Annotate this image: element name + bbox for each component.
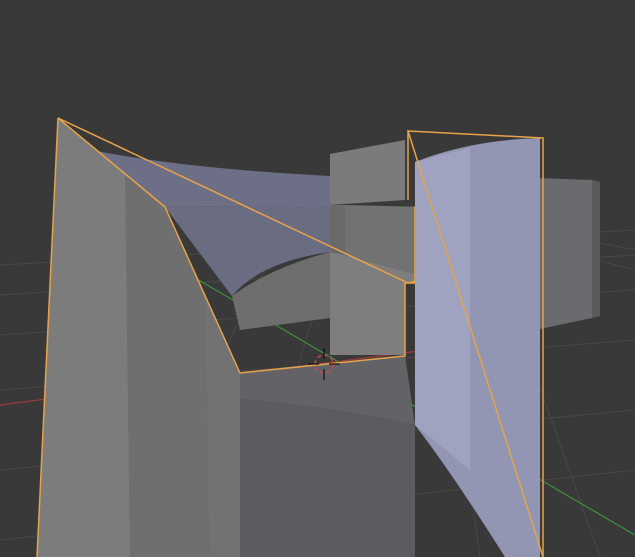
3d-viewport[interactable]	[0, 0, 635, 557]
viewport-canvas[interactable]	[0, 0, 635, 557]
